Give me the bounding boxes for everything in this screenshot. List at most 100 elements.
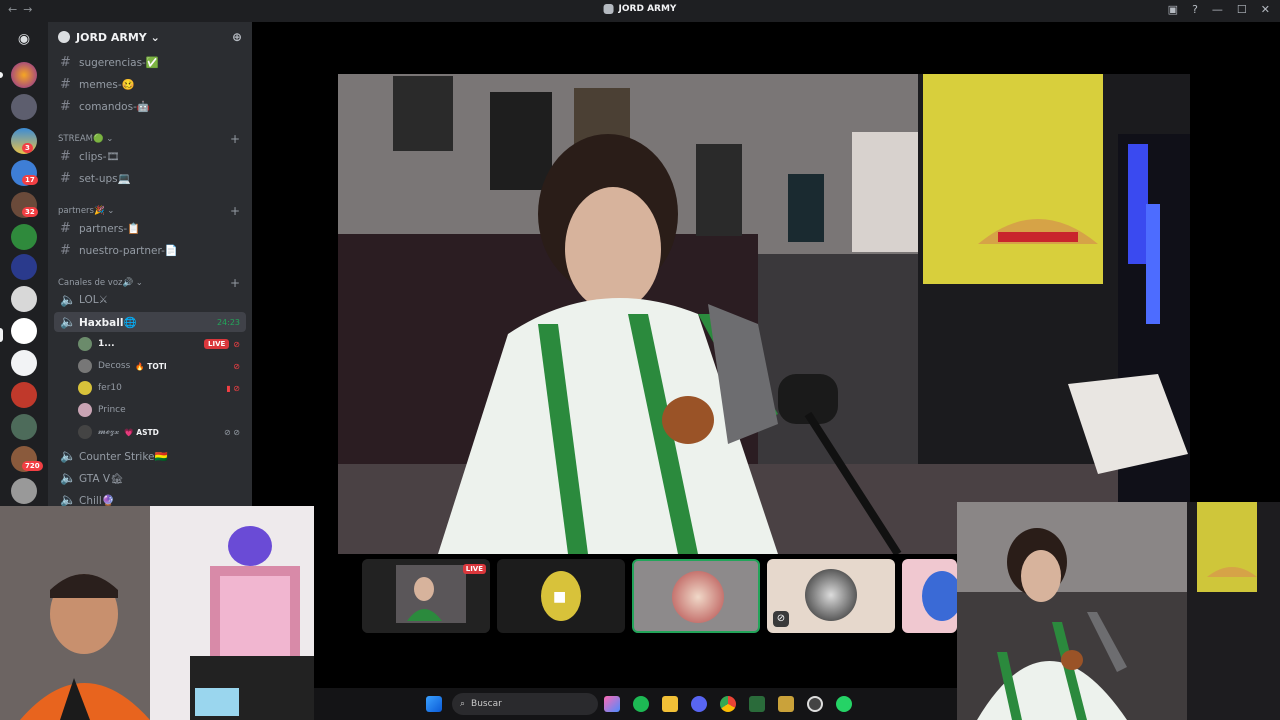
search-placeholder: Buscar <box>471 699 502 709</box>
whatsapp-icon[interactable] <box>836 696 852 712</box>
voice-channel-gta[interactable]: 🔈 GTA V🏚 <box>54 468 246 488</box>
os-taskbar: ⌕ Buscar <box>314 688 957 720</box>
category-stream[interactable]: STREAM🟢 ⌄ + <box>58 132 240 146</box>
server-icon-2[interactable] <box>11 94 37 120</box>
window-title: JORD ARMY <box>603 4 676 14</box>
hash-icon: # <box>60 76 71 92</box>
voice-user-name: 1... <box>98 339 115 349</box>
hash-icon: # <box>60 98 71 114</box>
participant-tile[interactable]: ⊘ <box>767 559 895 633</box>
taskbar-search[interactable]: ⌕ Buscar <box>452 693 598 715</box>
server-unread-pill <box>0 72 3 78</box>
participant-tile[interactable]: ■ <box>497 559 625 633</box>
no-video-icon: ⊘ <box>773 611 789 627</box>
add-channel-icon[interactable]: + <box>230 132 240 146</box>
obs-icon[interactable] <box>807 696 823 712</box>
category-label: Canales de voz🔊 ⌄ <box>58 278 143 288</box>
channel-setups[interactable]: # set-ups💻 <box>54 168 246 188</box>
voice-channel-chill[interactable]: 🔈 Chill🔮 <box>54 490 246 507</box>
voice-user[interactable]: fer10 ▮ ⊘ <box>78 378 246 398</box>
avatar <box>805 569 857 621</box>
channel-label: memes-🥴 <box>79 78 135 91</box>
server-icon-9[interactable] <box>11 318 37 344</box>
server-icon-14[interactable] <box>11 478 37 504</box>
webcam-overlay-right <box>957 502 1280 720</box>
minimize-icon[interactable]: — <box>1212 3 1223 16</box>
channel-memes[interactable]: # memes-🥴 <box>54 74 246 94</box>
app-icon[interactable] <box>778 696 794 712</box>
deafen-icon: ⊘ <box>233 339 240 349</box>
voice-user[interactable]: 𝓶𝓮𝔃𝔁 💗 ASTD ⊘ ⊘ <box>78 422 246 442</box>
avatar <box>922 571 957 621</box>
guild-name: JORD ARMY ⌄ <box>76 30 160 44</box>
server-icon-1[interactable] <box>11 62 37 88</box>
nav-arrows[interactable]: ←→ <box>8 3 38 16</box>
category-partners[interactable]: partners🎉 ⌄ + <box>58 204 240 218</box>
spotify-icon[interactable] <box>633 696 649 712</box>
channel-comandos[interactable]: # comandos-🤖 <box>54 96 246 116</box>
channel-label: nuestro-partner-📄 <box>79 244 179 257</box>
channel-label: comandos-🤖 <box>79 100 150 113</box>
guild-header[interactable]: JORD ARMY ⌄ ⊕ <box>48 22 252 52</box>
channel-partners[interactable]: # partners-📋 <box>54 218 246 238</box>
server-icon-12[interactable] <box>11 414 37 440</box>
mention-badge: 720 <box>22 461 43 471</box>
voice-channel-counter-strike[interactable]: 🔈 Counter Strike🇧🇴 <box>54 446 246 466</box>
mention-badge: 3 <box>22 143 33 153</box>
voice-timer: 24:23 <box>216 317 240 327</box>
participant-tile-speaking[interactable] <box>632 559 760 633</box>
avatar <box>78 337 92 351</box>
voice-user[interactable]: 1... LIVE ⊘ <box>78 334 246 354</box>
server-icon-7[interactable] <box>11 254 37 280</box>
webcam-overlay-left <box>0 506 314 720</box>
speaker-icon: 🔈 <box>60 492 77 507</box>
camera-icon: ▮ ⊘ <box>226 383 240 393</box>
avatar <box>78 381 92 395</box>
main-video-stream[interactable] <box>338 74 1190 554</box>
channel-sugerencias[interactable]: # sugerencias-✅ <box>54 52 246 72</box>
server-icon-8[interactable] <box>11 286 37 312</box>
mention-badge: 32 <box>22 207 38 217</box>
user-tag: 💗 ASTD <box>124 427 159 437</box>
file-explorer-icon[interactable] <box>662 696 678 712</box>
hash-icon: # <box>60 242 71 258</box>
speaker-icon: 🔈 <box>60 448 77 464</box>
stream-video-frame <box>338 74 1190 554</box>
inbox-icon[interactable]: ▣ <box>1168 3 1178 16</box>
category-voice[interactable]: Canales de voz🔊 ⌄ + <box>58 276 240 290</box>
deafen-icon: ⊘ <box>233 361 240 371</box>
avatar <box>78 425 92 439</box>
forward-arrow-icon[interactable]: → <box>23 3 38 16</box>
channel-clips[interactable]: # clips-🎞 <box>54 146 246 166</box>
channel-nuestro-partner[interactable]: # nuestro-partner-📄 <box>54 240 246 260</box>
webcam-feed <box>957 502 1280 720</box>
server-icon-6[interactable] <box>11 224 37 250</box>
stream-thumbnail[interactable]: LIVE <box>362 559 490 633</box>
webcam-feed <box>0 506 314 720</box>
discord-taskbar-icon[interactable] <box>691 696 707 712</box>
invite-people-icon[interactable]: ⊕ <box>232 30 242 44</box>
voice-channel-lol[interactable]: 🔈 LOL⚔ <box>54 290 246 310</box>
voice-user-name: Prince <box>98 405 126 415</box>
voice-channel-haxball[interactable]: 🔈 Haxball🌐 24:23 <box>54 312 246 332</box>
voice-user[interactable]: Prince <box>78 400 246 420</box>
close-icon[interactable]: ✕ <box>1261 3 1270 16</box>
channel-label: Haxball🌐 <box>79 316 137 329</box>
chrome-icon[interactable] <box>720 696 736 712</box>
participant-tile[interactable] <box>902 559 957 633</box>
server-icon-10[interactable] <box>11 350 37 376</box>
windows-start-icon[interactable] <box>426 696 442 712</box>
back-arrow-icon[interactable]: ← <box>8 3 23 16</box>
discord-home-icon[interactable]: ◉ <box>12 30 36 48</box>
app-icon[interactable] <box>749 696 765 712</box>
hash-icon: # <box>60 170 71 186</box>
voice-user[interactable]: Decoss 🔥 TOTI ⊘ <box>78 356 246 376</box>
server-icon-11[interactable] <box>11 382 37 408</box>
help-icon[interactable]: ? <box>1192 3 1198 16</box>
add-channel-icon[interactable]: + <box>230 276 240 290</box>
copilot-icon[interactable] <box>604 696 620 712</box>
maximize-icon[interactable]: ☐ <box>1237 3 1247 16</box>
channel-label: LOL⚔ <box>79 294 109 306</box>
add-channel-icon[interactable]: + <box>230 204 240 218</box>
channel-label: clips-🎞 <box>79 150 120 163</box>
